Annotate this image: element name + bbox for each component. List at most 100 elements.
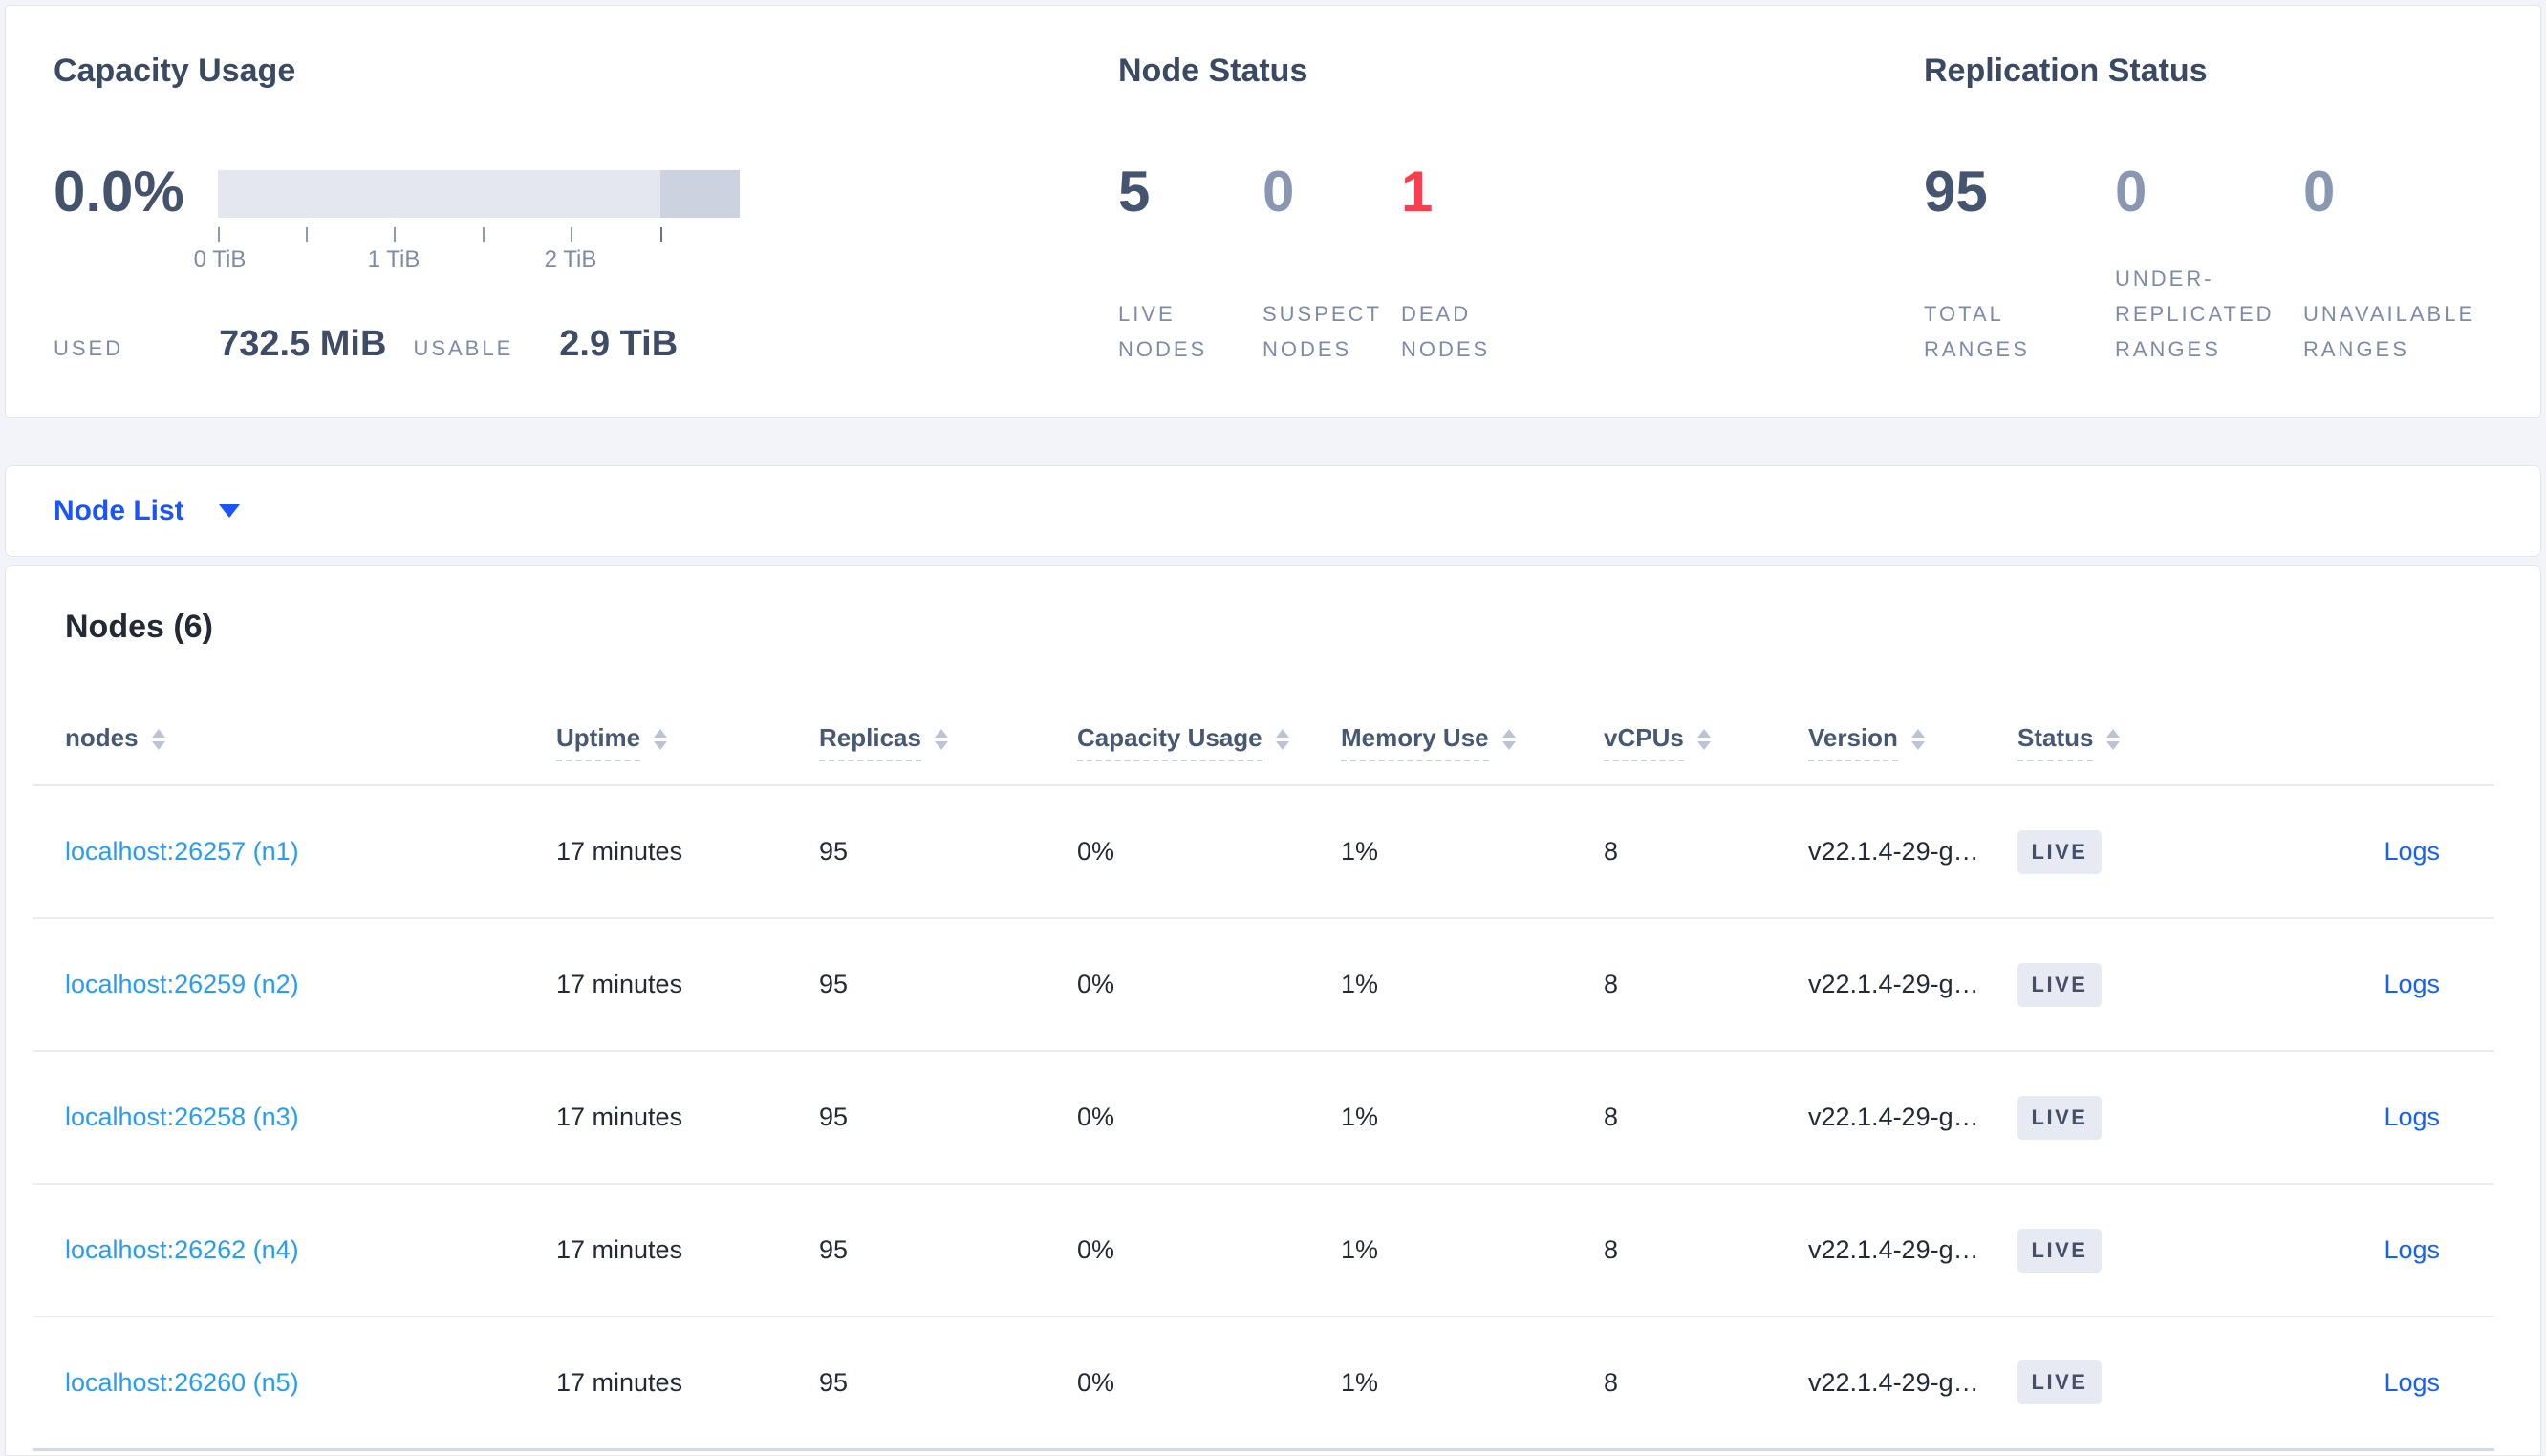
version-cell: v22.1.4-29-g… [1808, 1051, 2017, 1185]
status-badge: LIVE [2017, 1360, 2102, 1405]
dead-nodes-stat: 1 DEAD NODES [1401, 159, 1592, 369]
axis-tick [483, 227, 485, 242]
capacity-usage-cell: 0% [1077, 1051, 1341, 1185]
node-status-section: Node Status 5 LIVE NODES 0 SUSPECT NODES… [1118, 52, 1924, 417]
node-link[interactable]: localhost:26262 (n4) [65, 1235, 299, 1264]
memory-use-cell: 1% [1341, 918, 1604, 1052]
uptime-cell: 17 minutes [556, 1317, 819, 1451]
nodes-table: nodes Uptime Replicas Capacity Usage Mem… [33, 673, 2494, 1451]
suspect-nodes-label: SUSPECT NODES [1262, 302, 1382, 361]
column-header-logs [2248, 673, 2494, 786]
replicas-cell: 95 [819, 918, 1077, 1052]
version-cell: v22.1.4-29-g… [1808, 1317, 2017, 1451]
logs-link[interactable]: Logs [2384, 1103, 2440, 1131]
cluster-summary-panel: Capacity Usage 0.0% 0 TiB 1 TiB 2 TiB US… [5, 5, 2541, 418]
suspect-nodes-count: 0 [1262, 160, 1295, 224]
logs-link[interactable]: Logs [2384, 837, 2440, 866]
column-header-memory-use[interactable]: Memory Use [1341, 673, 1604, 786]
version-cell: v22.1.4-29-g… [1808, 918, 2017, 1052]
usable-label: USABLE [413, 336, 514, 360]
sort-icon [1696, 729, 1711, 750]
under-replicated-ranges-stat: 0 UNDER- REPLICATED RANGES [2115, 159, 2303, 369]
version-cell: v22.1.4-29-g… [1808, 785, 2017, 919]
uptime-cell: 17 minutes [556, 1051, 819, 1185]
used-label: USED [54, 336, 124, 360]
capacity-axis: 0 TiB 1 TiB 2 TiB [194, 218, 740, 272]
node-list-dropdown[interactable]: Node List [54, 495, 184, 527]
used-value: 732.5 MiB [219, 324, 387, 364]
capacity-bar [218, 170, 740, 218]
capacity-usage-cell: 0% [1077, 785, 1341, 919]
node-status-title: Node Status [1118, 53, 1308, 89]
column-header-capacity-usage[interactable]: Capacity Usage [1077, 673, 1341, 786]
cluster-overview-page: Capacity Usage 0.0% 0 TiB 1 TiB 2 TiB US… [0, 0, 2546, 1456]
unavailable-ranges-count: 0 [2303, 160, 2336, 224]
sort-icon [654, 729, 668, 750]
status-badge: LIVE [2017, 1228, 2102, 1273]
capacity-usage-cell: 0% [1077, 1317, 1341, 1451]
view-selector-bar[interactable]: Node List [5, 465, 2541, 557]
live-nodes-stat: 5 LIVE NODES [1118, 159, 1262, 369]
status-badge: LIVE [2017, 1095, 2102, 1140]
sort-icon [151, 729, 165, 750]
total-ranges-label: TOTAL RANGES [1924, 302, 2030, 361]
table-row: localhost:26259 (n2) 17 minutes 95 0% 1%… [33, 918, 2494, 1052]
uptime-cell: 17 minutes [556, 785, 819, 919]
total-ranges-stat: 95 TOTAL RANGES [1924, 159, 2115, 369]
table-header-row: nodes Uptime Replicas Capacity Usage Mem… [33, 673, 2494, 786]
node-link[interactable]: localhost:26259 (n2) [65, 970, 299, 998]
axis-tick [218, 227, 220, 242]
vcpus-cell: 8 [1604, 1184, 1808, 1317]
total-ranges-count: 95 [1924, 160, 1988, 224]
dead-nodes-label: DEAD NODES [1401, 302, 1491, 361]
axis-tick-label: 1 TiB [367, 246, 421, 272]
column-header-replicas[interactable]: Replicas [819, 673, 1077, 786]
replication-status-section: Replication Status 95 TOTAL RANGES 0 UND… [1924, 52, 2540, 417]
replicas-cell: 95 [819, 1317, 1077, 1451]
suspect-nodes-stat: 0 SUSPECT NODES [1262, 159, 1401, 369]
column-header-nodes[interactable]: nodes [33, 673, 556, 786]
memory-use-cell: 1% [1341, 1051, 1604, 1185]
vcpus-cell: 8 [1604, 1051, 1808, 1185]
uptime-cell: 17 minutes [556, 1184, 819, 1317]
nodes-table-card: Nodes (6) nodes Uptime Replicas Capacity… [5, 565, 2541, 1456]
logs-link[interactable]: Logs [2384, 970, 2440, 998]
axis-tick-label: 0 TiB [193, 246, 247, 272]
status-badge: LIVE [2017, 962, 2102, 1007]
column-header-version[interactable]: Version [1808, 673, 2017, 786]
replicas-cell: 95 [819, 785, 1077, 919]
unavailable-ranges-stat: 0 UNAVAILABLE RANGES [2303, 159, 2538, 369]
capacity-bar-overflow-segment [660, 170, 740, 218]
column-header-status[interactable]: Status [2017, 673, 2248, 786]
capacity-usage-title: Capacity Usage [54, 53, 296, 89]
node-link[interactable]: localhost:26260 (n5) [65, 1368, 299, 1397]
node-link[interactable]: localhost:26257 (n1) [65, 837, 299, 866]
sort-icon [2106, 729, 2121, 750]
vcpus-cell: 8 [1604, 1317, 1808, 1451]
capacity-usage-cell: 0% [1077, 1184, 1341, 1317]
axis-tick [660, 227, 662, 242]
axis-tick-label: 2 TiB [544, 246, 597, 272]
column-header-vcpus[interactable]: vCPUs [1604, 673, 1808, 786]
usable-value: 2.9 TiB [559, 324, 679, 364]
column-header-uptime[interactable]: Uptime [556, 673, 819, 786]
live-nodes-label: LIVE NODES [1118, 302, 1208, 361]
uptime-cell: 17 minutes [556, 918, 819, 1052]
capacity-bar-usable-segment [218, 170, 660, 218]
vcpus-cell: 8 [1604, 918, 1808, 1052]
logs-link[interactable]: Logs [2384, 1368, 2440, 1397]
logs-link[interactable]: Logs [2384, 1235, 2440, 1264]
axis-tick [306, 227, 308, 242]
table-row: localhost:26258 (n3) 17 minutes 95 0% 1%… [33, 1051, 2494, 1185]
status-badge: LIVE [2017, 829, 2102, 874]
replicas-cell: 95 [819, 1051, 1077, 1185]
memory-use-cell: 1% [1341, 785, 1604, 919]
nodes-heading: Nodes (6) [65, 609, 213, 645]
axis-tick [394, 227, 396, 242]
under-replicated-ranges-label: UNDER- REPLICATED RANGES [2115, 267, 2275, 361]
replication-status-title: Replication Status [1924, 53, 2208, 89]
node-link[interactable]: localhost:26258 (n3) [65, 1103, 299, 1131]
sort-icon [1910, 729, 1925, 750]
chevron-down-icon [218, 504, 240, 518]
memory-use-cell: 1% [1341, 1317, 1604, 1451]
